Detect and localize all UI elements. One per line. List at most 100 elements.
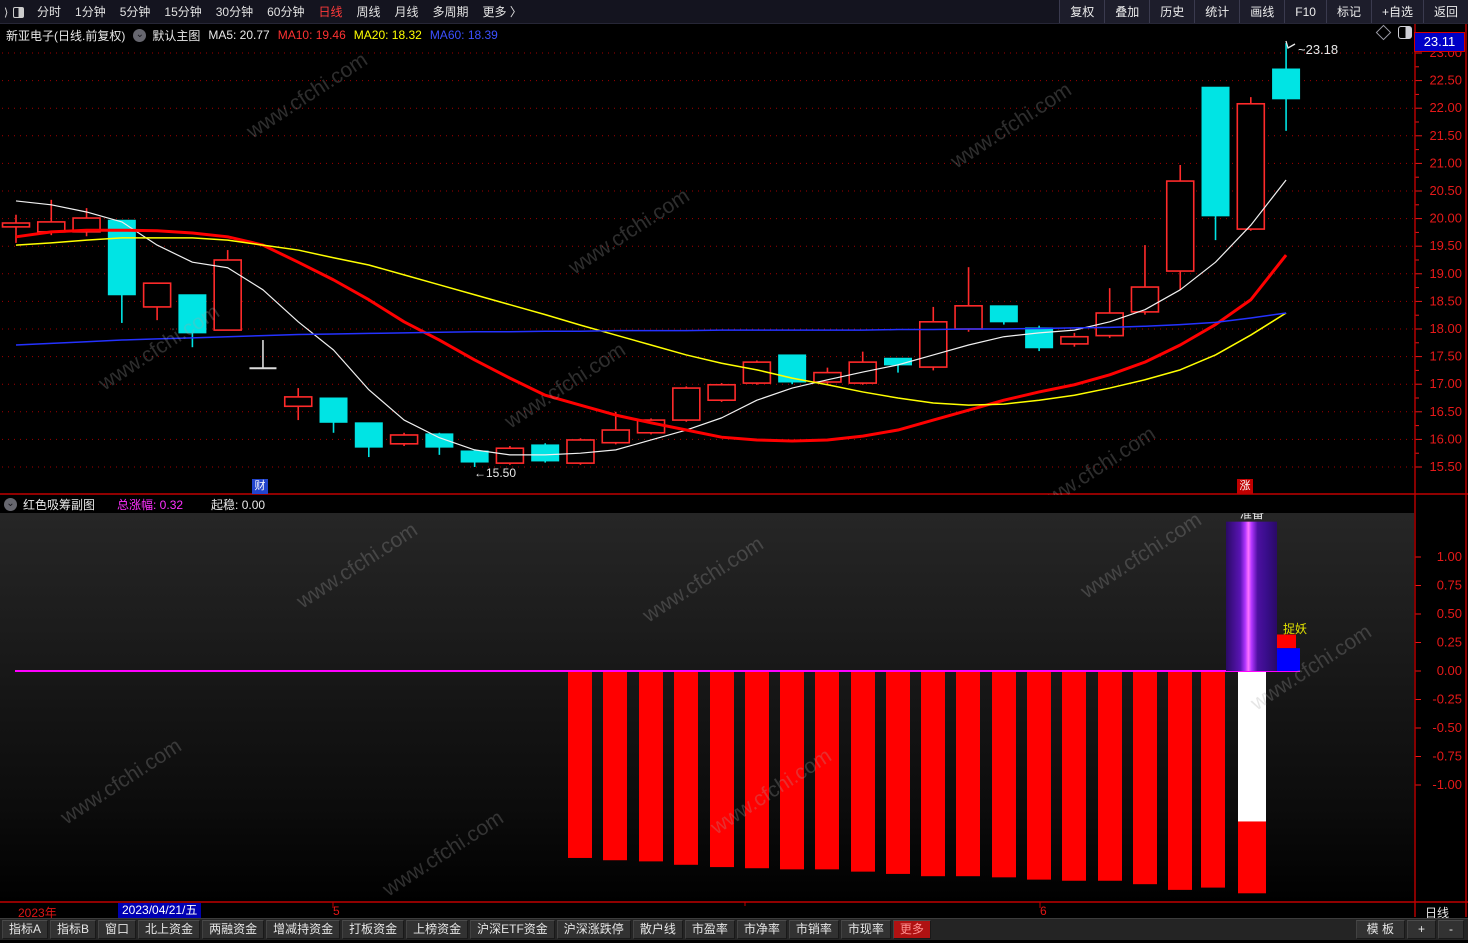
main-chart-label[interactable]: 默认主图 (152, 27, 200, 44)
indicator-name[interactable]: 红色吸筹副图 (23, 496, 95, 513)
ma-value-label: MA10: 19.46 (277, 28, 346, 42)
price-axis-label: 22.00 (1429, 100, 1462, 115)
tab-月线[interactable]: 月线 (388, 3, 426, 20)
nav-button-历史[interactable]: 历史 (1149, 0, 1195, 23)
candle-body-down (1272, 68, 1301, 100)
sub-axis-label: -1.00 (1432, 777, 1462, 792)
nav-button-返回[interactable]: 返回 (1422, 0, 1468, 23)
price-axis-label: 21.00 (1429, 155, 1462, 170)
indicator-bar (1098, 672, 1122, 881)
toolbar-item-打板资金[interactable]: 打板资金 (342, 920, 405, 939)
diamond-icon[interactable] (1375, 24, 1392, 41)
chart-header-row: 新亚电子(日线.前复权) ⌄ 默认主图 MA5: 20.77 MA10: 19.4… (0, 24, 1410, 46)
indicator-bar (1168, 672, 1192, 890)
candle-body-down (354, 422, 383, 448)
candle-body-up (1060, 335, 1089, 345)
current-price-badge: 23.11 (1414, 32, 1465, 52)
price-axis-label: 18.50 (1429, 293, 1462, 308)
collapse-circle-icon[interactable]: ⌄ (4, 497, 17, 511)
toolbar-right--[interactable]: - (1438, 920, 1464, 939)
tab-15分钟[interactable]: 15分钟 (157, 3, 208, 20)
toolbar-item-增减持资金[interactable]: 增减持资金 (266, 920, 341, 939)
timeline-selected-date[interactable]: 2023/04/21/五 (118, 903, 202, 918)
sub-axis-label: -0.25 (1432, 692, 1462, 707)
toolbar-item-沪深ETF资金[interactable]: 沪深ETF资金 (470, 920, 555, 939)
purple-accumulation-bar (1226, 521, 1277, 671)
stock-title: 新亚电子(日线.前复权) (6, 28, 126, 43)
tab-1分钟[interactable]: 1分钟 (68, 3, 113, 20)
price-axis-label: 15.50 (1429, 459, 1462, 474)
low-price-annotation: ←15.50 (474, 466, 517, 480)
tab-分时[interactable]: 分时 (30, 3, 68, 20)
zhuoyao-signal-label: 捉妖 (1283, 622, 1308, 636)
indicator-bar (1062, 672, 1086, 881)
sub-axis-label: 0.25 (1437, 635, 1462, 650)
total-gain-value: 总涨幅: 0.32 (117, 497, 184, 512)
bottom-toolbar: 指标A 指标B 窗口 北上资金 两融资金 增减持资金 打板资金 上榜资金 沪深ETF资金 沪深涨跌… (0, 918, 1468, 940)
ma-values: MA5: 20.77 MA10: 19.46 MA20: 18.32 MA60: 18… (208, 28, 506, 42)
candle-body-down (1201, 86, 1230, 217)
candle-body-up (707, 383, 736, 402)
nav-button-画线[interactable]: 画线 (1239, 0, 1285, 23)
toolbar-item-北上资金[interactable]: 北上资金 (138, 920, 201, 939)
nav-button-叠加[interactable]: 叠加 (1104, 0, 1150, 23)
ma-value-label: MA20: 18.32 (353, 28, 422, 42)
tab-周线[interactable]: 周线 (349, 3, 387, 20)
indicator-bar (1027, 672, 1051, 880)
tab-日线[interactable]: 日线 (311, 3, 349, 20)
stock-app-window: { "top_nav": { "period_tabs": [ {"label"… (0, 0, 1468, 943)
indicator-bar (886, 672, 910, 874)
nav-button-+自选[interactable]: +自选 (1370, 0, 1423, 23)
candle-body-down (884, 357, 912, 366)
toolbar-item-指标B[interactable]: 指标B (50, 920, 97, 939)
sub-chart-header: ⌄ 红色吸筹副图 总涨幅: 0.32 起稳: 0.00 (0, 495, 1414, 513)
tab-60分钟[interactable]: 60分钟 (260, 3, 311, 20)
tab-多周期[interactable]: 多周期 (426, 3, 476, 20)
toolbar-more-button[interactable]: 更多 (892, 920, 931, 939)
price-axis-label: 21.50 (1429, 128, 1462, 143)
price-axis-label: 20.50 (1429, 183, 1462, 198)
toolbar-item-市净率[interactable]: 市净率 (736, 920, 787, 939)
candle-body-up (1236, 102, 1266, 230)
price-axis-label: 19.50 (1429, 238, 1462, 253)
nav-button-标记[interactable]: 标记 (1325, 0, 1371, 23)
toolbar-item-窗口[interactable]: 窗口 (98, 920, 137, 939)
nav-button-统计[interactable]: 统计 (1194, 0, 1240, 23)
tab-更多 〉[interactable]: 更多 〉 (476, 3, 529, 20)
toolbar-item-指标A[interactable]: 指标A (2, 920, 49, 939)
ma-value-label: MA5: 20.77 (208, 28, 270, 42)
timeline-row: 2023年 2023/04/21/五 56 日线 (0, 903, 1468, 920)
candle-body-up (142, 282, 172, 308)
app-window-icon[interactable]: ⟩ (4, 5, 24, 19)
price-axis-label: 17.00 (1429, 376, 1462, 391)
candle-body-up (1, 222, 31, 228)
toolbar-items: 指标A 指标B 窗口 北上资金 两融资金 增减持资金 打板资金 上榜资金 沪深ETF资金 沪深涨跌… (0, 920, 891, 939)
toolbar-right-+[interactable]: + (1406, 920, 1436, 939)
toolbar-item-沪深涨跌停[interactable]: 沪深涨跌停 (556, 920, 631, 939)
tab-5分钟[interactable]: 5分钟 (113, 3, 158, 20)
price-axis-label: 16.50 (1429, 404, 1462, 419)
toolbar-item-上榜资金[interactable]: 上榜资金 (406, 920, 469, 939)
collapse-circle-icon[interactable]: ⌄ (133, 28, 147, 42)
cai-event-badge[interactable]: 财 (252, 479, 268, 494)
candle-body-up (389, 434, 419, 445)
toolbar-item-散户线[interactable]: 散户线 (632, 920, 683, 939)
nav-button-复权[interactable]: 复权 (1059, 0, 1105, 23)
top-navigation-bar: ⟩ 分时 1分钟 5分钟 15分钟 30分钟 60分钟 日线 周线 月线 多周期 更多 〉 复权 叠加… (0, 0, 1468, 24)
toolbar-item-市现率[interactable]: 市现率 (840, 920, 891, 939)
tab-30分钟[interactable]: 30分钟 (209, 3, 260, 20)
sub-axis-label: 1.00 (1437, 549, 1462, 564)
toolbar-item-市盈率[interactable]: 市盈率 (684, 920, 735, 939)
price-axis-label: 16.00 (1429, 431, 1462, 446)
toolbar-item-市销率[interactable]: 市销率 (788, 920, 839, 939)
indicator-bar (639, 672, 663, 862)
nav-button-F10[interactable]: F10 (1284, 0, 1326, 23)
indicator-bar (1201, 672, 1225, 888)
candle-body-down (460, 450, 489, 463)
zhang-event-badge[interactable]: 涨 (1237, 479, 1253, 494)
indicator-bar (956, 672, 980, 877)
toolbar-right-模 板[interactable]: 模 板 (1355, 920, 1405, 939)
stable-value: 起稳: 0.00 (211, 497, 266, 512)
toolbar-item-两融资金[interactable]: 两融资金 (202, 920, 265, 939)
panel-toggle-icon[interactable] (1398, 26, 1412, 39)
